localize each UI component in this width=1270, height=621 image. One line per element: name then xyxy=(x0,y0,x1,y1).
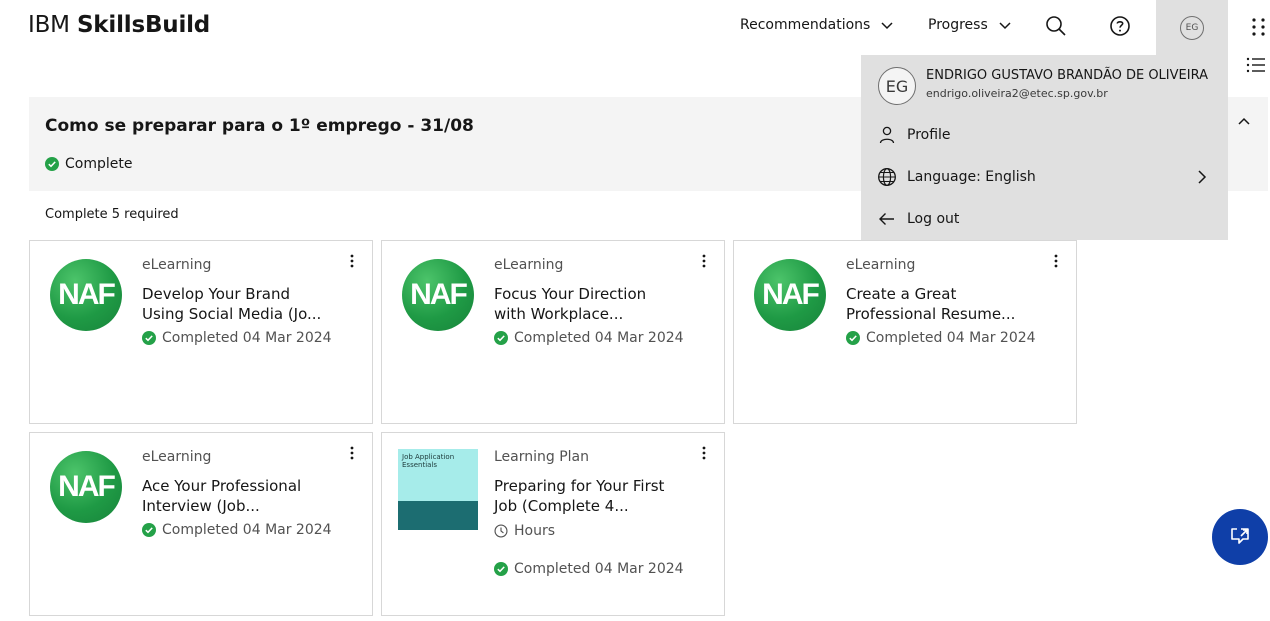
user-menu-dropdown: EG ENDRIGO GUSTAVO BRANDÃO DE OLIVEIRA e… xyxy=(861,55,1228,240)
user-name: ENDRIGO GUSTAVO BRANDÃO DE OLIVEIRA xyxy=(926,68,1208,83)
course-thumbnail: NAF xyxy=(754,259,826,331)
course-title-line1: Preparing for Your First xyxy=(494,477,665,495)
check-circle-icon xyxy=(494,562,508,576)
course-title[interactable]: Develop Your Brand Using Social Media (J… xyxy=(142,284,342,324)
course-thumbnail: NAF xyxy=(50,259,122,331)
course-title[interactable]: Ace Your Professional Interview (Job... xyxy=(142,476,342,516)
course-card[interactable]: NAF eLearning Focus Your Direction with … xyxy=(381,240,725,424)
globe-icon xyxy=(878,168,896,186)
plan-thumbnail-title: Job Application Essentials xyxy=(402,453,455,469)
course-title[interactable]: Create a Great Professional Resume... xyxy=(846,284,1046,324)
plan-title: Como se preparar para o 1º emprego - 31/… xyxy=(45,116,474,136)
course-title-line1: Develop Your Brand xyxy=(142,285,290,303)
chevron-down-icon xyxy=(881,22,893,30)
nav-progress-label: Progress xyxy=(928,17,988,33)
check-circle-icon xyxy=(494,331,508,345)
chevron-down-icon xyxy=(999,22,1011,30)
nav-recommendations-label: Recommendations xyxy=(740,17,871,33)
course-status-label: Completed 04 Mar 2024 xyxy=(162,522,332,538)
learning-plan-card[interactable]: Job Application Essentials Learning Plan… xyxy=(381,432,725,616)
course-title-line2: Using Social Media (Jo... xyxy=(142,305,322,323)
top-header: IBM SkillsBuild Recommendations Progress… xyxy=(0,0,1270,55)
course-title[interactable]: Preparing for Your First Job (Complete 4… xyxy=(494,476,694,516)
clock-icon xyxy=(494,524,508,538)
course-card[interactable]: NAF eLearning Develop Your Brand Using S… xyxy=(29,240,373,424)
menu-item-profile-label: Profile xyxy=(907,127,951,143)
avatar: EG xyxy=(878,67,916,105)
course-card[interactable]: NAF eLearning Create a Great Professiona… xyxy=(733,240,1077,424)
course-duration: Hours xyxy=(494,523,555,539)
chevron-up-icon[interactable] xyxy=(1237,115,1251,129)
course-type: eLearning xyxy=(494,257,564,273)
overflow-menu-icon[interactable] xyxy=(1050,253,1062,269)
thumbnail-logo: NAF xyxy=(58,278,116,311)
course-title-line2: with Workplace... xyxy=(494,305,624,323)
brand-skillsbuild: SkillsBuild xyxy=(76,12,211,38)
check-circle-icon xyxy=(142,331,156,345)
app-switcher-icon[interactable] xyxy=(1250,16,1268,38)
user-email: endrigo.oliveira2@etec.sp.gov.br xyxy=(926,87,1108,100)
avatar: EG xyxy=(1180,16,1204,40)
course-type: eLearning xyxy=(846,257,916,273)
user-icon xyxy=(879,126,895,144)
overflow-menu-icon[interactable] xyxy=(346,253,358,269)
overflow-menu-icon[interactable] xyxy=(346,445,358,461)
course-title-line1: Ace Your Professional xyxy=(142,477,302,495)
course-status-label: Completed 04 Mar 2024 xyxy=(514,561,684,577)
overflow-menu-icon[interactable] xyxy=(698,253,710,269)
course-thumbnail: NAF xyxy=(50,451,122,523)
chevron-right-icon xyxy=(1198,170,1207,184)
course-status-label: Completed 04 Mar 2024 xyxy=(866,330,1036,346)
brand-ibm: IBM xyxy=(28,12,70,38)
course-title-line1: Create a Great xyxy=(846,285,957,303)
course-status-label: Completed 04 Mar 2024 xyxy=(514,330,684,346)
chat-launcher-button[interactable] xyxy=(1212,509,1268,565)
arrow-left-icon xyxy=(879,213,894,225)
plan-thumbnail-band xyxy=(398,501,478,530)
course-status: Completed 04 Mar 2024 xyxy=(142,330,332,346)
course-card[interactable]: NAF eLearning Ace Your Professional Inte… xyxy=(29,432,373,616)
menu-item-language-label: Language: English xyxy=(907,169,1036,185)
check-circle-icon xyxy=(45,157,59,171)
course-status-label: Completed 04 Mar 2024 xyxy=(162,330,332,346)
course-title-line2: Professional Resume... xyxy=(846,305,1016,323)
course-duration-label: Hours xyxy=(514,523,556,539)
course-thumbnail: NAF xyxy=(402,259,474,331)
search-icon[interactable] xyxy=(1044,14,1068,38)
course-status: Completed 04 Mar 2024 xyxy=(494,561,684,577)
check-circle-icon xyxy=(142,523,156,537)
list-view-icon[interactable] xyxy=(1246,56,1266,74)
menu-item-logout[interactable]: Log out xyxy=(877,208,959,230)
course-status: Completed 04 Mar 2024 xyxy=(142,522,332,538)
course-status: Completed 04 Mar 2024 xyxy=(494,330,684,346)
check-circle-icon xyxy=(846,331,860,345)
requirement-text: Complete 5 required xyxy=(45,207,179,222)
thumbnail-logo: NAF xyxy=(58,470,116,503)
plan-status: Complete xyxy=(45,156,132,172)
plan-status-label: Complete xyxy=(65,156,133,172)
menu-item-language[interactable]: Language: English xyxy=(877,166,1036,188)
nav-recommendations[interactable]: Recommendations xyxy=(740,17,894,33)
course-title-line1: Focus Your Direction xyxy=(494,285,647,303)
course-status: Completed 04 Mar 2024 xyxy=(846,330,1036,346)
nav-progress[interactable]: Progress xyxy=(928,17,1012,33)
course-type: Learning Plan xyxy=(494,449,590,465)
chat-launch-icon xyxy=(1231,528,1249,544)
thumbnail-logo: NAF xyxy=(410,278,468,311)
overflow-menu-icon[interactable] xyxy=(698,445,710,461)
course-title-line2: Job (Complete 4... xyxy=(494,497,629,515)
course-type: eLearning xyxy=(142,257,212,273)
plan-thumbnail: Job Application Essentials xyxy=(398,449,478,530)
help-icon[interactable] xyxy=(1108,14,1132,38)
course-type: eLearning xyxy=(142,449,212,465)
thumbnail-logo: NAF xyxy=(762,278,820,311)
course-title-line2: Interview (Job... xyxy=(142,497,260,515)
course-title[interactable]: Focus Your Direction with Workplace... xyxy=(494,284,694,324)
menu-item-profile[interactable]: Profile xyxy=(877,124,951,146)
user-avatar-button[interactable]: EG xyxy=(1156,0,1228,55)
menu-item-logout-label: Log out xyxy=(907,211,960,227)
brand-logo[interactable]: IBM SkillsBuild xyxy=(28,12,210,38)
